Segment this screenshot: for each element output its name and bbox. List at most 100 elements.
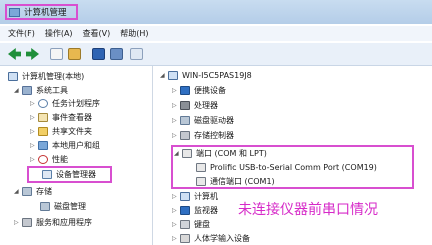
toolbar [0,43,432,66]
keyboard-icon [180,220,190,229]
tree-disk-management[interactable]: 磁盘管理 [38,200,86,213]
tree-event-viewer-label: 事件查看器 [52,113,92,122]
tree-root[interactable]: 计算机管理(本地) [6,70,84,83]
device-disk-drives-label: 磁盘驱动器 [194,116,234,125]
tree-storage-label: 存储 [36,187,52,196]
tree-shared-folders-label: 共享文件夹 [52,127,92,136]
properties-icon[interactable] [68,48,81,60]
device-processor-label: 处理器 [194,101,218,110]
device-ports-label: 端口 (COM 和 LPT) [196,149,267,158]
disk-drive-icon [180,116,190,125]
collapse-triangle-icon[interactable]: ▷ [172,132,178,140]
tree-disk-management-label: 磁盘管理 [54,202,86,211]
processor-icon [180,101,190,110]
title-bar: 计算机管理 [0,0,432,24]
tree-performance[interactable]: ▷ 性能 [30,153,68,166]
tree-storage[interactable]: ◢ 存储 [14,185,52,198]
menu-action[interactable]: 操作(A) [45,28,73,39]
device-port-prolific[interactable]: Prolific USB-to-Serial Comm Port (COM19) [194,161,377,174]
expand-triangle-icon[interactable]: ◢ [14,188,20,196]
monitor-icon [180,206,190,215]
menu-bar: 文件(F) 操作(A) 查看(V) 帮助(H) [0,26,432,41]
menu-file[interactable]: 文件(F) [8,28,35,39]
collapse-triangle-icon[interactable]: ▷ [30,142,36,150]
device-computer-root[interactable]: ◢ WIN-I5C5PAS19J8 [160,69,252,82]
device-ports[interactable]: ◢ 端口 (COM 和 LPT) [174,147,267,160]
port-icon [182,149,192,158]
device-storage-controllers-label: 存储控制器 [194,131,234,140]
tree-task-scheduler[interactable]: ▷ 任务计划程序 [30,97,100,110]
device-keyboard[interactable]: ▷ 键盘 [172,218,210,231]
window-title: 计算机管理 [24,8,67,18]
device-keyboard-label: 键盘 [194,220,210,229]
collapse-triangle-icon[interactable]: ▷ [172,193,178,201]
device-storage-controllers[interactable]: ▷ 存储控制器 [172,129,234,142]
tree-local-users-label: 本地用户和组 [52,141,100,150]
computer-management-icon [9,7,20,17]
device-portable[interactable]: ▷ 便携设备 [172,84,226,97]
up-folder-icon[interactable] [50,48,63,60]
forward-arrow-icon[interactable] [26,48,39,60]
device-port-prolific-label: Prolific USB-to-Serial Comm Port (COM19) [210,163,377,172]
shared-folder-icon [38,127,48,136]
expand-triangle-icon[interactable]: ◢ [160,72,166,80]
help-icon[interactable] [92,48,105,60]
port-icon [196,163,206,172]
collapse-triangle-icon[interactable]: ▷ [30,100,36,108]
users-icon [38,141,48,150]
performance-icon [38,155,48,164]
annotation-caption: 未连接仪器前串口情况 [238,202,378,218]
device-monitors-label: 监视器 [194,206,218,215]
menu-help[interactable]: 帮助(H) [120,28,148,39]
tree-event-viewer[interactable]: ▷ 事件查看器 [30,111,92,124]
portable-device-icon [180,86,190,95]
expand-triangle-icon[interactable]: ◢ [174,150,180,158]
disk-management-icon [40,202,50,211]
collapse-triangle-icon[interactable]: ▷ [172,87,178,95]
collapse-triangle-icon[interactable]: ▷ [30,156,36,164]
device-computer-label: 计算机 [194,192,218,201]
menu-view[interactable]: 查看(V) [83,28,111,39]
device-processor[interactable]: ▷ 处理器 [172,99,218,112]
device-portable-label: 便携设备 [194,86,226,95]
device-port-com1-label: 通信端口 (COM1) [210,177,275,186]
device-computer[interactable]: ▷ 计算机 [172,190,218,203]
collapse-triangle-icon[interactable]: ▷ [30,114,36,122]
device-disk-drives[interactable]: ▷ 磁盘驱动器 [172,114,234,127]
tree-task-scheduler-label: 任务计划程序 [52,99,100,108]
clock-icon [38,99,48,108]
tree-shared-folders[interactable]: ▷ 共享文件夹 [30,125,92,138]
collapse-triangle-icon[interactable]: ▷ [172,221,178,229]
computer-name-label: WIN-I5C5PAS19J8 [182,71,252,80]
show-hide-icon[interactable] [110,48,123,60]
tree-system-tools[interactable]: ◢ 系统工具 [14,84,68,97]
tree-performance-label: 性能 [52,155,68,164]
hid-icon [180,234,190,243]
computer-icon [8,72,18,81]
collapse-triangle-icon[interactable]: ▷ [172,102,178,110]
window-title-highlight: 计算机管理 [5,4,78,20]
storage-icon [22,187,32,196]
tree-system-tools-label: 系统工具 [36,86,68,95]
services-icon [22,218,32,227]
device-hid-label: 人体学输入设备 [194,234,250,243]
computer-icon [168,71,178,80]
tree-services[interactable]: ▷ 服务和应用程序 [14,216,92,229]
back-arrow-icon[interactable] [8,48,21,60]
event-log-icon [38,113,48,122]
tools-icon [22,86,32,95]
port-icon [196,177,206,186]
refresh-icon[interactable] [130,48,143,60]
tree-services-label: 服务和应用程序 [36,218,92,227]
storage-controller-icon [180,131,190,140]
device-hid[interactable]: ▷ 人体学输入设备 [172,232,250,245]
collapse-triangle-icon[interactable]: ▷ [172,117,178,125]
collapse-triangle-icon[interactable]: ▷ [30,128,36,136]
device-monitors[interactable]: ▷ 监视器 [172,204,218,217]
tree-local-users[interactable]: ▷ 本地用户和组 [30,139,100,152]
collapse-triangle-icon[interactable]: ▷ [172,207,178,215]
collapse-triangle-icon[interactable]: ▷ [172,235,178,243]
device-port-com1[interactable]: 通信端口 (COM1) [194,175,275,188]
expand-triangle-icon[interactable]: ◢ [14,87,20,95]
collapse-triangle-icon[interactable]: ▷ [14,219,20,227]
